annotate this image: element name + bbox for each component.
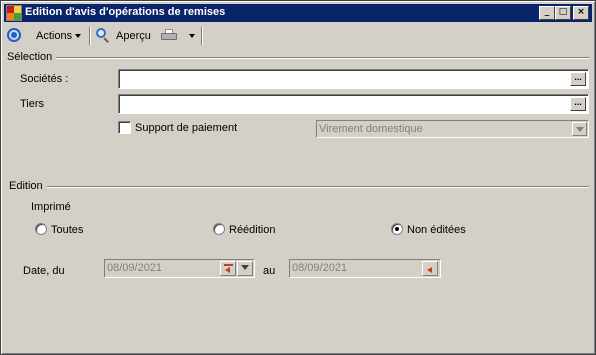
actions-menu-button[interactable]: Actions	[36, 26, 82, 46]
minimize-button[interactable]: _	[539, 6, 555, 20]
print-dropdown-button[interactable]	[186, 26, 195, 46]
date-du-value: 08/09/2021	[107, 262, 163, 274]
date-du-label: Date, du	[23, 265, 65, 277]
toolbar-separator	[89, 27, 91, 45]
radio-non-editees[interactable]	[391, 223, 403, 235]
chevron-down-icon[interactable]	[572, 122, 587, 136]
calendar-icon[interactable]	[422, 261, 438, 276]
radio-toutes-label: Toutes	[51, 224, 84, 236]
chevron-down-icon	[75, 34, 82, 39]
printer-icon[interactable]	[161, 29, 177, 41]
societes-label: Sociétés :	[20, 73, 69, 85]
date-au-label: au	[263, 265, 276, 277]
edition-group-label: Edition	[9, 180, 47, 192]
magnifier-icon	[96, 28, 110, 43]
support-paiement-value: Virement domestique	[319, 123, 423, 135]
radio-non-editees-label: Non éditées	[407, 224, 466, 236]
maximize-button[interactable]: □	[555, 6, 571, 20]
date-au-field[interactable]: 08/09/2021	[289, 259, 441, 278]
support-paiement-checkbox[interactable]	[118, 121, 131, 134]
title-bar[interactable]: Edition d'avis d'opérations de remises _…	[4, 4, 592, 22]
selection-group-line	[53, 57, 589, 59]
tiers-label: Tiers	[20, 98, 45, 110]
toolbar-separator	[201, 27, 203, 45]
radio-toutes[interactable]	[35, 223, 47, 235]
report-window: Edition d'avis d'opérations de remises _…	[0, 0, 596, 355]
tiers-browse-button[interactable]: ...	[570, 97, 586, 111]
date-du-field[interactable]: 08/09/2021	[104, 259, 255, 278]
tiers-field[interactable]: ...	[118, 94, 589, 114]
actions-label: Actions	[36, 30, 73, 42]
app-icon[interactable]	[6, 5, 22, 21]
apercu-button[interactable]: Aperçu	[116, 26, 151, 46]
radio-reedition[interactable]	[213, 223, 225, 235]
calendar-icon[interactable]	[220, 261, 236, 276]
chevron-down-icon	[189, 34, 195, 39]
societes-field[interactable]: ...	[118, 69, 589, 89]
societes-browse-button[interactable]: ...	[570, 72, 586, 86]
support-paiement-combo[interactable]: Virement domestique	[316, 120, 589, 138]
selection-group-label: Sélection	[7, 51, 57, 63]
date-au-value: 08/09/2021	[292, 262, 348, 274]
ring-icon[interactable]	[7, 28, 21, 42]
chevron-down-icon[interactable]	[237, 261, 253, 276]
support-paiement-label: Support de paiement	[135, 122, 238, 134]
imprime-label: Imprimé	[31, 201, 71, 213]
window-title: Edition d'avis d'opérations de remises	[25, 6, 226, 18]
close-button[interactable]: ×	[573, 6, 589, 20]
radio-reedition-label: Réédition	[229, 224, 276, 236]
edition-group-line	[45, 186, 589, 188]
toolbar: Actions Aperçu	[4, 24, 592, 48]
